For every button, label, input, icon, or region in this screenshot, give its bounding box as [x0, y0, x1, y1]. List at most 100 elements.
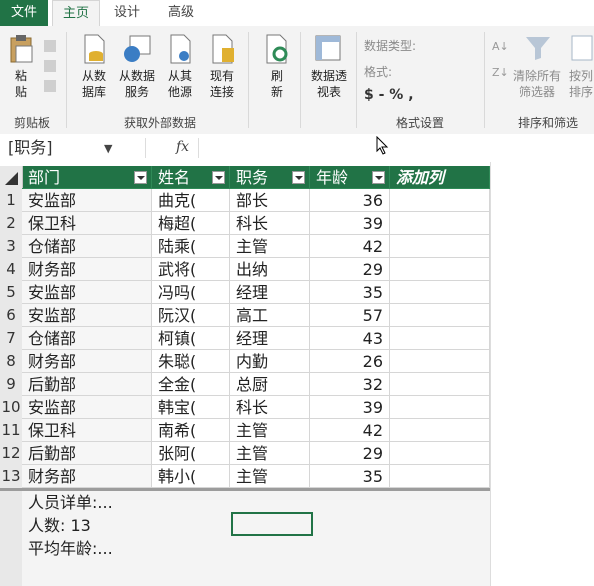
tab-design[interactable]: 设计: [104, 0, 150, 26]
cell-title[interactable]: 科长: [230, 212, 310, 235]
row-number[interactable]: 5: [0, 281, 23, 305]
cell-add-column[interactable]: [390, 258, 490, 281]
column-header-dept[interactable]: 部门: [22, 166, 152, 189]
cell-dept[interactable]: 安监部: [22, 189, 152, 212]
cell-add-column[interactable]: [390, 442, 490, 465]
row-number[interactable]: 8: [0, 350, 23, 374]
row-number[interactable]: 6: [0, 304, 23, 328]
cell-title[interactable]: 总厨: [230, 373, 310, 396]
cell-dept[interactable]: 仓储部: [22, 327, 152, 350]
cell-age[interactable]: 39: [310, 396, 390, 419]
cell-name[interactable]: 全金(: [152, 373, 230, 396]
row-number[interactable]: 1: [0, 189, 23, 213]
row-number[interactable]: 10: [0, 396, 23, 420]
column-header-name[interactable]: 姓名: [152, 166, 230, 189]
name-box-dropdown-icon[interactable]: ▼: [104, 142, 112, 155]
sort-icons[interactable]: A↓ Z↓: [492, 36, 510, 92]
clear-all-filters-button[interactable]: 清除所有 筛选器: [510, 68, 564, 100]
cell-add-column[interactable]: [390, 327, 490, 350]
filter-dropdown-icon[interactable]: [212, 171, 225, 184]
cell-dept[interactable]: 财务部: [22, 350, 152, 373]
cell-name[interactable]: 曲克(: [152, 189, 230, 212]
cell-dept[interactable]: 安监部: [22, 281, 152, 304]
row-number[interactable]: 7: [0, 327, 23, 351]
row-number[interactable]: 13: [0, 465, 23, 489]
cell-title[interactable]: 出纳: [230, 258, 310, 281]
column-header-title[interactable]: 职务: [230, 166, 310, 189]
cell-add-column[interactable]: [390, 373, 490, 396]
paste-button[interactable]: 粘 贴: [10, 68, 32, 100]
refresh-button[interactable]: 刷 新: [262, 68, 292, 100]
row-number[interactable]: 11: [0, 419, 23, 443]
sort-by-column-button[interactable]: 按列 排序: [566, 68, 594, 100]
cell-title[interactable]: 经理: [230, 327, 310, 350]
select-all-corner[interactable]: [0, 166, 23, 190]
formula-input[interactable]: [200, 138, 590, 158]
from-other-source-button[interactable]: 从其 他源: [162, 68, 198, 100]
cell-dept[interactable]: 后勤部: [22, 442, 152, 465]
cell-title[interactable]: 主管: [230, 442, 310, 465]
cell-add-column[interactable]: [390, 350, 490, 373]
cell-add-column[interactable]: [390, 235, 490, 258]
cell-title[interactable]: 高工: [230, 304, 310, 327]
cell-add-column[interactable]: [390, 465, 490, 488]
selected-summary-cell[interactable]: [231, 512, 313, 536]
cell-age[interactable]: 32: [310, 373, 390, 396]
cell-age[interactable]: 43: [310, 327, 390, 350]
cell-age[interactable]: 35: [310, 465, 390, 488]
row-number[interactable]: 12: [0, 442, 23, 466]
filter-dropdown-icon[interactable]: [372, 171, 385, 184]
cell-add-column[interactable]: [390, 281, 490, 304]
cell-name[interactable]: 南希(: [152, 419, 230, 442]
cell-add-column[interactable]: [390, 304, 490, 327]
cell-title[interactable]: 经理: [230, 281, 310, 304]
clipboard-small-icons[interactable]: [42, 38, 60, 98]
name-box[interactable]: [职务]: [8, 137, 118, 159]
cell-age[interactable]: 57: [310, 304, 390, 327]
column-header-age[interactable]: 年龄: [310, 166, 390, 189]
cell-title[interactable]: 主管: [230, 419, 310, 442]
cell-add-column[interactable]: [390, 419, 490, 442]
cell-title[interactable]: 主管: [230, 235, 310, 258]
filter-dropdown-icon[interactable]: [134, 171, 147, 184]
format-dropdown[interactable]: 格式:: [364, 64, 392, 80]
cell-dept[interactable]: 后勤部: [22, 373, 152, 396]
cell-dept[interactable]: 财务部: [22, 258, 152, 281]
cell-name[interactable]: 韩宝(: [152, 396, 230, 419]
add-column-header[interactable]: 添加列: [390, 166, 490, 189]
cell-dept[interactable]: 保卫科: [22, 212, 152, 235]
cell-age[interactable]: 29: [310, 258, 390, 281]
row-number[interactable]: 4: [0, 258, 23, 282]
cell-name[interactable]: 梅超(: [152, 212, 230, 235]
filter-dropdown-icon[interactable]: [292, 171, 305, 184]
cell-name[interactable]: 朱聪(: [152, 350, 230, 373]
cell-name[interactable]: 韩小(: [152, 465, 230, 488]
row-number[interactable]: 3: [0, 235, 23, 259]
cell-dept[interactable]: 安监部: [22, 304, 152, 327]
tab-advanced[interactable]: 高级: [158, 0, 204, 26]
cell-age[interactable]: 42: [310, 235, 390, 258]
cell-title[interactable]: 内勤: [230, 350, 310, 373]
number-format-buttons[interactable]: $ - % ,: [364, 87, 414, 103]
cell-title[interactable]: 主管: [230, 465, 310, 488]
cell-title[interactable]: 科长: [230, 396, 310, 419]
cell-title[interactable]: 部长: [230, 189, 310, 212]
cell-name[interactable]: 陆乘(: [152, 235, 230, 258]
cell-age[interactable]: 26: [310, 350, 390, 373]
cell-name[interactable]: 柯镇(: [152, 327, 230, 350]
cell-dept[interactable]: 安监部: [22, 396, 152, 419]
cell-dept[interactable]: 财务部: [22, 465, 152, 488]
cell-name[interactable]: 武将(: [152, 258, 230, 281]
cell-dept[interactable]: 仓储部: [22, 235, 152, 258]
from-data-service-button[interactable]: 从数据 服务: [116, 68, 158, 100]
cell-age[interactable]: 36: [310, 189, 390, 212]
cell-age[interactable]: 39: [310, 212, 390, 235]
cell-add-column[interactable]: [390, 396, 490, 419]
fx-icon[interactable]: fx: [176, 139, 189, 155]
tab-home[interactable]: 主页: [52, 0, 100, 28]
cell-name[interactable]: 张阿(: [152, 442, 230, 465]
cell-age[interactable]: 42: [310, 419, 390, 442]
cell-age[interactable]: 29: [310, 442, 390, 465]
pivot-table-button[interactable]: 数据透 视表: [306, 68, 352, 100]
cell-age[interactable]: 35: [310, 281, 390, 304]
